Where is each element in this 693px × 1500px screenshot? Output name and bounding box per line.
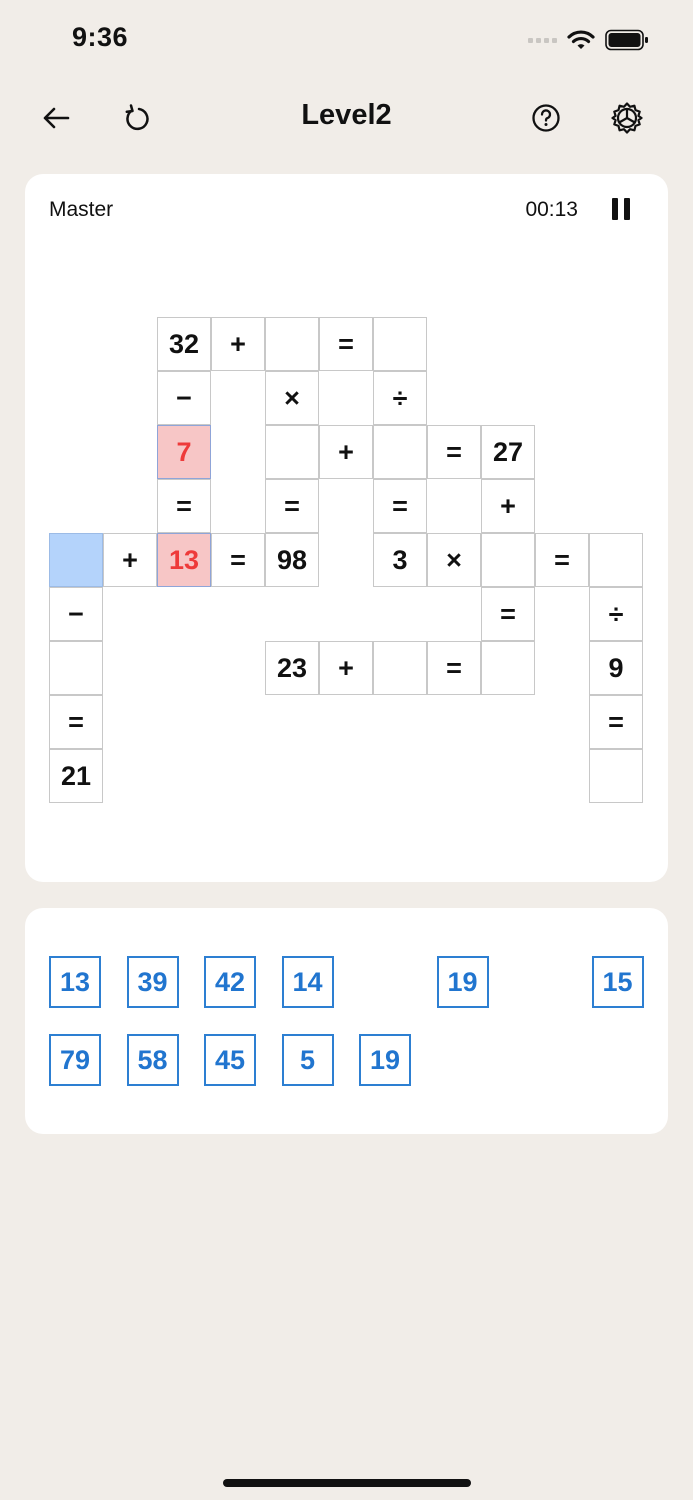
grid-cell-r6c7: =	[427, 641, 481, 695]
grid-cell-r4c2[interactable]: 13	[157, 533, 211, 587]
number-tile[interactable]: 42	[204, 956, 256, 1008]
number-tile[interactable]: 15	[591, 956, 644, 1008]
grid-cell-r3c8: +	[481, 479, 535, 533]
grid-cell-r6c4: 23	[265, 641, 319, 695]
grid-cell-r0c4[interactable]	[265, 317, 319, 371]
grid-cell-r6c10: 9	[589, 641, 643, 695]
grid-cell-r1c4: ×	[265, 371, 319, 425]
status-time: 9:36	[72, 22, 129, 52]
grid-cell-r4c8[interactable]	[481, 533, 535, 587]
grid-cell-r4c6: 3	[373, 533, 427, 587]
cellular-signal-icon	[528, 37, 557, 43]
grid-cell-r6c5: +	[319, 641, 373, 695]
grid-cell-r1c6: ÷	[373, 371, 427, 425]
grid-cell-r2c7: =	[427, 425, 481, 479]
number-tile[interactable]: 45	[204, 1034, 256, 1086]
help-icon	[532, 104, 560, 132]
grid-cell-r2c4[interactable]	[265, 425, 319, 479]
grid-cell-r0c5: =	[319, 317, 373, 371]
grid-cell-r0c6[interactable]	[373, 317, 427, 371]
grid-cell-r0c2: 32	[157, 317, 211, 371]
grid-cell-r4c7: ×	[427, 533, 481, 587]
grid-cell-r8c0: 21	[49, 749, 103, 803]
grid-cell-r1c2: −	[157, 371, 211, 425]
grid-cell-r4c10[interactable]	[589, 533, 643, 587]
grid-cell-r7c10: =	[589, 695, 643, 749]
grid-cell-r5c0: −	[49, 587, 103, 641]
battery-icon	[605, 29, 648, 51]
grid-cell-r2c8: 27	[481, 425, 535, 479]
status-icons	[528, 26, 649, 54]
grid-cell-r4c4: 98	[265, 533, 319, 587]
pause-button[interactable]	[610, 196, 632, 222]
number-tile[interactable]: 39	[126, 956, 179, 1008]
help-button[interactable]	[524, 96, 568, 140]
grid-cell-r3c4: =	[265, 479, 319, 533]
timer: 00:13	[525, 198, 578, 221]
grid-cell-r6c6[interactable]	[373, 641, 427, 695]
board-card: Master 00:13 32 + = − × ÷ 7 + = 27 = = = + +13 = 98 3 × = − =…	[25, 174, 668, 882]
number-tile[interactable]: 58	[126, 1034, 179, 1086]
grid-cell-r8c10[interactable]	[589, 749, 643, 803]
number-tile[interactable]: 79	[49, 1034, 101, 1086]
number-tile[interactable]: 19	[359, 1034, 411, 1086]
number-tile[interactable]: 5	[281, 1034, 334, 1086]
grid-cell-r2c6[interactable]	[373, 425, 427, 479]
grid-cell-r2c2[interactable]: 7	[157, 425, 211, 479]
grid-cell-r4c1: +	[103, 533, 157, 587]
gear-icon	[611, 102, 643, 134]
grid-cell-r0c3: +	[211, 317, 265, 371]
level-title: Level2	[301, 99, 392, 131]
grid-cell-r3c2: =	[157, 479, 211, 533]
grid-cell-r5c8: =	[481, 587, 535, 641]
grid-cell-r7c0: =	[49, 695, 103, 749]
grid-cell-r6c0[interactable]	[49, 641, 103, 695]
settings-button[interactable]	[605, 96, 649, 140]
grid-cell-r6c8[interactable]	[481, 641, 535, 695]
grid-cell-r4c0[interactable]	[49, 533, 103, 587]
number-pool-card: 13 39 42 14 19 15 79 58 45 5 19	[25, 908, 668, 1134]
number-tile[interactable]: 13	[49, 956, 101, 1008]
grid-cell-r3c6: =	[373, 479, 427, 533]
difficulty-label: Master	[49, 198, 114, 221]
grid-cell-r2c5: +	[319, 425, 373, 479]
grid-cell-r4c3: =	[211, 533, 265, 587]
wifi-icon	[567, 30, 595, 49]
grid-cell-r4c9: =	[535, 533, 589, 587]
number-tile[interactable]: 14	[281, 956, 334, 1008]
home-indicator	[223, 1479, 471, 1487]
number-tile[interactable]: 19	[436, 956, 489, 1008]
grid-cell-r5c10: ÷	[589, 587, 643, 641]
